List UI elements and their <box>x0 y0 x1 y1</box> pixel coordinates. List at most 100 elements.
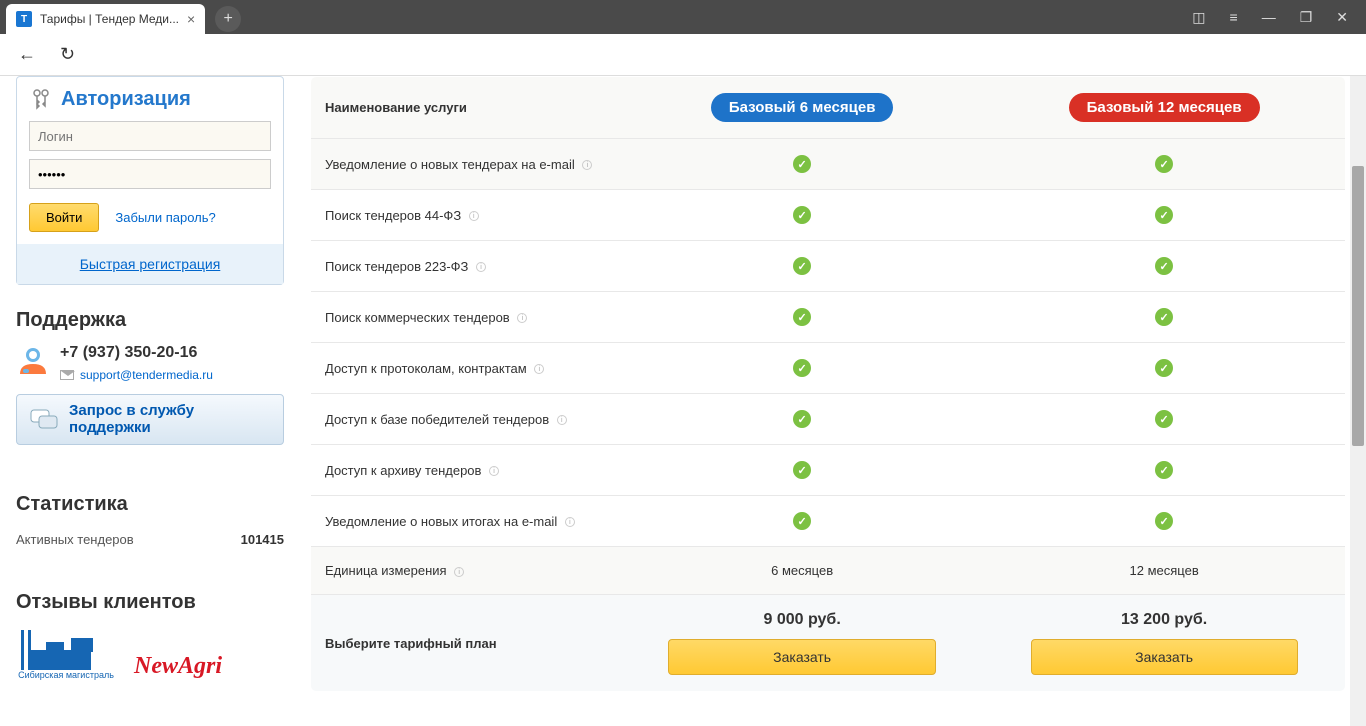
pricing-header-row: Наименование услуги Базовый 6 месяцев Ба… <box>311 77 1346 139</box>
header-feature: Наименование услуги <box>311 77 622 139</box>
unit-label: Единица измерения <box>325 563 447 578</box>
check-icon: ✓ <box>793 308 811 326</box>
feature-label: Уведомление о новых тендерах на e-mail <box>325 157 575 172</box>
plan-badge-1: Базовый 6 месяцев <box>711 93 894 122</box>
feature-row: Доступ к архиву тендеров i ✓ ✓ <box>311 445 1346 496</box>
quick-registration-link[interactable]: Быстрая регистрация <box>80 256 221 272</box>
feature-label: Доступ к базе победителей тендеров <box>325 412 549 427</box>
unit-plan2: 12 месяцев <box>983 547 1345 595</box>
feature-label: Поиск тендеров 223-ФЗ <box>325 259 468 274</box>
feature-row: Поиск тендеров 223-ФЗ i ✓ ✓ <box>311 241 1346 292</box>
check-icon: ✓ <box>1155 206 1173 224</box>
client-logo-1[interactable]: Сибирская магистраль <box>16 630 116 680</box>
pricing-table: Наименование услуги Базовый 6 месяцев Ба… <box>310 76 1346 692</box>
support-request-line2: поддержки <box>69 420 194 437</box>
tab-bar: Т Тарифы | Тендер Меди... × + ◫ ≡ — ❐ ✕ <box>0 0 1366 34</box>
order-button-plan1[interactable]: Заказать <box>668 639 935 675</box>
check-icon: ✓ <box>1155 155 1173 173</box>
support-request-line1: Запрос в службу <box>69 403 194 420</box>
maximize-icon[interactable]: ❐ <box>1300 9 1313 26</box>
feature-label: Поиск коммерческих тендеров <box>325 310 510 325</box>
feature-row: Поиск тендеров 44-ФЗ i ✓ ✓ <box>311 190 1346 241</box>
check-icon: ✓ <box>1155 461 1173 479</box>
check-icon: ✓ <box>1155 512 1173 530</box>
feature-row: Уведомление о новых итогах на e-mail i ✓… <box>311 496 1346 547</box>
feature-row: Уведомление о новых тендерах на e-mail i… <box>311 139 1346 190</box>
info-icon[interactable]: i <box>454 567 464 577</box>
order-button-plan2[interactable]: Заказать <box>1031 639 1298 675</box>
info-icon[interactable]: i <box>565 517 575 527</box>
info-icon[interactable]: i <box>469 211 479 221</box>
back-icon[interactable]: ← <box>18 44 36 65</box>
feature-label: Уведомление о новых итогах на e-mail <box>325 514 557 529</box>
check-icon: ✓ <box>1155 308 1173 326</box>
info-icon[interactable]: i <box>582 160 592 170</box>
feature-label: Доступ к архиву тендеров <box>325 463 481 478</box>
scrollbar-thumb[interactable] <box>1352 166 1364 446</box>
stats-row: Активных тендеров 101415 <box>16 528 284 551</box>
price-row: Выберите тарифный план 9 000 руб. Заказа… <box>311 595 1346 692</box>
check-icon: ✓ <box>793 410 811 428</box>
forgot-password-link[interactable]: Забыли пароль? <box>115 210 215 225</box>
price-plan1: 9 000 руб. <box>635 611 969 629</box>
feature-row: Доступ к протоколам, контрактам i ✓ ✓ <box>311 343 1346 394</box>
close-window-icon[interactable]: ✕ <box>1336 9 1348 26</box>
main-content: Наименование услуги Базовый 6 месяцев Ба… <box>300 76 1366 726</box>
check-icon: ✓ <box>793 461 811 479</box>
scrollbar-track[interactable] <box>1350 76 1366 726</box>
select-plan-label: Выберите тарифный план <box>311 595 622 692</box>
page-viewport: Авторизация Войти Забыли пароль? Быстрая… <box>0 76 1366 726</box>
tab-close-icon[interactable]: × <box>187 11 195 27</box>
favicon: Т <box>16 11 32 27</box>
unit-plan1: 6 месяцев <box>621 547 983 595</box>
info-icon[interactable]: i <box>534 364 544 374</box>
support-phone: +7 (937) 350-20-16 <box>60 344 213 362</box>
nav-bar: ← ↻ <box>0 34 1366 76</box>
check-icon: ✓ <box>793 206 811 224</box>
login-input[interactable] <box>29 121 271 151</box>
keys-icon <box>29 87 53 111</box>
info-icon[interactable]: i <box>517 313 527 323</box>
info-icon[interactable]: i <box>476 262 486 272</box>
check-icon: ✓ <box>793 359 811 377</box>
support-request-button[interactable]: Запрос в службу поддержки <box>16 394 284 445</box>
support-title: Поддержка <box>16 309 284 332</box>
browser-chrome: Т Тарифы | Тендер Меди... × + ◫ ≡ — ❐ ✕ … <box>0 0 1366 76</box>
minimize-icon[interactable]: — <box>1262 9 1276 25</box>
feature-row: Поиск коммерческих тендеров i ✓ ✓ <box>311 292 1346 343</box>
client-logo-1-label: Сибирская магистраль <box>18 670 114 680</box>
check-icon: ✓ <box>1155 410 1173 428</box>
feature-row: Доступ к базе победителей тендеров i ✓ ✓ <box>311 394 1346 445</box>
headset-icon <box>16 344 50 378</box>
support-email-link[interactable]: support@tendermedia.ru <box>80 368 213 382</box>
check-icon: ✓ <box>793 512 811 530</box>
window-controls: ◫ ≡ — ❐ ✕ <box>1174 0 1366 34</box>
menu-icon[interactable]: ≡ <box>1230 9 1238 25</box>
review-logos: Сибирская магистраль NewAgri <box>16 630 284 680</box>
check-icon: ✓ <box>793 257 811 275</box>
bookmark-icon[interactable]: ◫ <box>1192 9 1205 26</box>
support-contact: +7 (937) 350-20-16 support@tendermedia.r… <box>16 344 284 382</box>
unit-row: Единица измерения i 6 месяцев 12 месяцев <box>311 547 1346 595</box>
stats-value: 101415 <box>241 532 284 547</box>
check-icon: ✓ <box>1155 257 1173 275</box>
tab-title: Тарифы | Тендер Меди... <box>40 12 179 26</box>
sidebar: Авторизация Войти Забыли пароль? Быстрая… <box>0 76 300 726</box>
new-tab-button[interactable]: + <box>215 6 241 32</box>
client-logo-2[interactable]: NewAgri <box>134 653 222 680</box>
plan-badge-2: Базовый 12 месяцев <box>1069 93 1260 122</box>
feature-label: Поиск тендеров 44-ФЗ <box>325 208 461 223</box>
stats-label: Активных тендеров <box>16 532 134 547</box>
info-icon[interactable]: i <box>489 466 499 476</box>
chat-icon <box>29 408 59 432</box>
info-icon[interactable]: i <box>557 415 567 425</box>
auth-box: Авторизация Войти Забыли пароль? Быстрая… <box>16 76 284 285</box>
reload-icon[interactable]: ↻ <box>60 44 75 65</box>
login-button[interactable]: Войти <box>29 203 99 232</box>
check-icon: ✓ <box>793 155 811 173</box>
browser-tab[interactable]: Т Тарифы | Тендер Меди... × <box>6 4 205 34</box>
price-plan2: 13 200 руб. <box>997 611 1331 629</box>
feature-label: Доступ к протоколам, контрактам <box>325 361 527 376</box>
password-input[interactable] <box>29 159 271 189</box>
check-icon: ✓ <box>1155 359 1173 377</box>
